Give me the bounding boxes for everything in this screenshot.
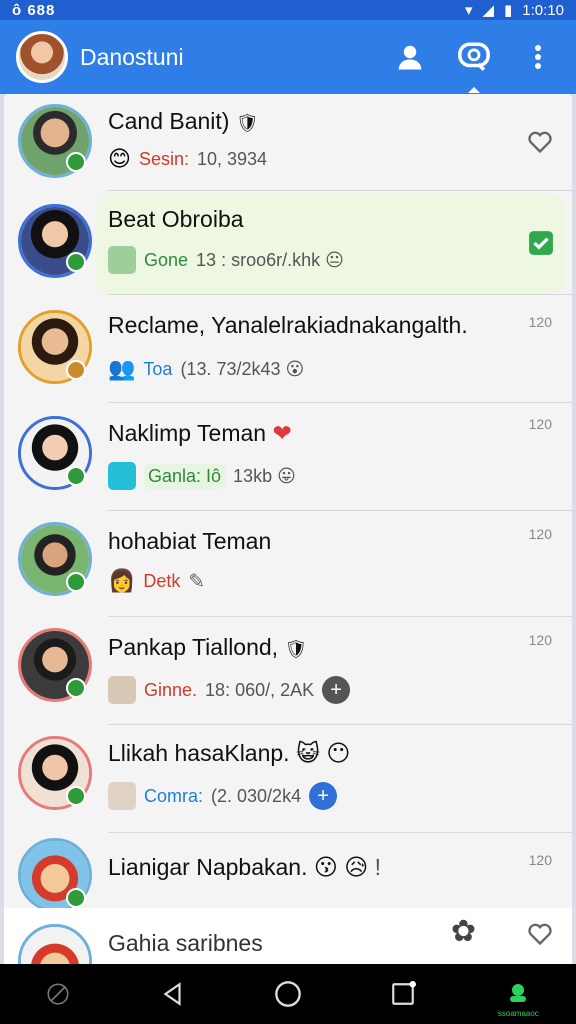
chat-list: Cand Banit) 🛡 😊 Sesin: 10, 3934 Beat Obr… <box>4 94 572 964</box>
online-badge <box>66 152 86 172</box>
online-badge <box>66 786 86 806</box>
kiss-emoji-icon: 😗 <box>313 854 338 880</box>
heart-outline-icon[interactable] <box>526 920 554 951</box>
status-left-text: ô 688 <box>12 1 56 19</box>
message-label: Sesin: <box>138 148 189 169</box>
face-emoji-icon: 😶 <box>326 740 351 766</box>
doodle-icon: ✎ <box>188 570 206 593</box>
online-badge <box>66 466 86 486</box>
contact-name: Beat Obroiba <box>108 206 244 232</box>
home-icon[interactable] <box>258 964 318 1024</box>
contact-name: Llikah hasaKlanp. <box>108 740 290 766</box>
status-label: ssoamaaoc <box>497 1009 539 1018</box>
message-value: (2. 030/2k4 <box>211 785 302 806</box>
row-divider <box>108 510 572 511</box>
online-badge <box>66 572 86 592</box>
heart-emoji-icon: ❤ <box>272 420 292 446</box>
row-divider <box>108 832 572 833</box>
plus-circle-icon[interactable]: + <box>309 782 338 810</box>
online-badge <box>66 360 86 380</box>
shield-emoji-icon: 🛡 <box>284 639 308 659</box>
time-label: 120 <box>528 416 552 432</box>
status-icon[interactable]: ssoamaaoc <box>488 964 548 1024</box>
app-bar: Danostuni <box>0 20 576 94</box>
system-nav-bar: ssoamaaoc <box>0 964 576 1024</box>
contact-name: Cand Banit) <box>108 108 230 134</box>
chat-row[interactable]: Lianigar Napbakan. 😗 😥 ! 120 <box>4 836 572 912</box>
signal-icon: ◢ <box>482 2 495 19</box>
back-icon[interactable] <box>143 964 203 1024</box>
chat-row[interactable]: Naklimp Teman ❤ Ganla: Iô 13kb 😛 120 <box>4 406 572 510</box>
time-label: 120 <box>528 314 552 330</box>
contact-avatar[interactable] <box>18 924 92 964</box>
contact-thumb-icon <box>108 782 136 810</box>
contact-name: Lianigar Napbakan. <box>108 854 308 880</box>
battery-icon: ▮ <box>504 2 513 19</box>
online-badge <box>66 252 86 272</box>
row-divider <box>108 190 572 191</box>
chat-row[interactable]: hohabiat Teman 👩 Detk ✎ 120 <box>4 514 572 618</box>
cat-emoji-icon: 😺 <box>295 740 320 766</box>
recents-icon[interactable] <box>373 964 433 1024</box>
message-label: Ginne. <box>144 679 198 700</box>
status-bar: ô 688 ▾ ◢ ▮ 1:0:10 <box>0 0 576 20</box>
time-label: 120 <box>528 526 552 542</box>
more-vert-icon[interactable] <box>516 35 560 79</box>
chat-row[interactable]: Pankap Tiallond, 🛡 Ginne. 18: 060/, 2AK … <box>4 620 572 724</box>
online-badge <box>66 678 86 698</box>
doodle-icon: ✿ <box>450 915 476 948</box>
woman-emoji-icon: 👩 <box>108 568 136 593</box>
chat-row[interactable]: Llikah hasaKlanp. 😺 😶 Comra: (2. 030/2k4… <box>4 728 572 832</box>
app-thumb-icon <box>108 462 136 490</box>
message-label: Ganla: Iô <box>144 463 226 489</box>
contact-thumb-icon <box>108 246 136 274</box>
online-badge <box>66 888 86 908</box>
row-divider <box>108 402 572 403</box>
time-label: 120 <box>528 852 552 868</box>
app-title: Danostuni <box>80 43 184 70</box>
chat-row[interactable]: Beat Obroiba Gone 13 : sroo6r/.khk 😐 <box>4 194 572 294</box>
message-value: 10, 3934 <box>196 148 268 169</box>
contact-thumb-icon <box>108 676 136 704</box>
time-label: 120 <box>528 632 552 648</box>
chat-row[interactable]: Reclame, Yanalelrakiadnakangalth. 👥 Toa … <box>4 298 572 402</box>
smile-emoji-icon: 😊 <box>108 146 131 171</box>
shield-emoji-icon: 🛡 <box>235 113 259 133</box>
wifi-icon: ▾ <box>464 2 473 19</box>
message-value: (13. 73/2k43 😮 <box>180 358 305 379</box>
contact-name: Pankap Tiallond, <box>108 634 279 660</box>
exclamation-icon: ! <box>374 854 382 880</box>
clock-text: 1:0:10 <box>522 1 564 19</box>
chat-row[interactable]: Gahia saribnes ✿ <box>4 908 572 964</box>
message-value: 13kb 😛 <box>233 465 296 486</box>
message-label: Toa <box>143 358 173 379</box>
message-label: Detk <box>143 570 181 591</box>
plus-circle-icon[interactable]: + <box>322 676 351 704</box>
row-divider <box>108 616 572 617</box>
status-right: ▾ ◢ ▮ 1:0:10 <box>464 1 564 20</box>
contact-name: Gahia saribnes <box>108 930 263 956</box>
contact-name: hohabiat Teman <box>108 528 272 554</box>
message-value: 18: 060/, 2AK <box>205 679 315 700</box>
people-emoji-icon: 👥 <box>108 356 136 381</box>
row-divider <box>108 724 572 725</box>
worried-emoji-icon: 😥 <box>344 854 369 880</box>
message-label: Comra: <box>144 785 204 806</box>
chat-icon[interactable] <box>452 35 496 93</box>
contact-name: Reclame, Yanalelrakiadnakangalth. <box>108 312 468 338</box>
contact-name: Naklimp Teman <box>108 420 267 446</box>
chat-row[interactable]: Cand Banit) 🛡 😊 Sesin: 10, 3934 <box>4 94 572 190</box>
contacts-icon[interactable] <box>388 35 432 79</box>
profile-avatar[interactable] <box>16 31 68 83</box>
check-box-icon[interactable] <box>528 230 554 261</box>
message-value: 13 : sroo6r/.khk 😐 <box>196 249 344 270</box>
row-divider <box>108 294 572 295</box>
edit-icon[interactable] <box>28 964 88 1024</box>
heart-outline-icon[interactable] <box>526 128 554 159</box>
message-label: Gone <box>144 249 189 270</box>
